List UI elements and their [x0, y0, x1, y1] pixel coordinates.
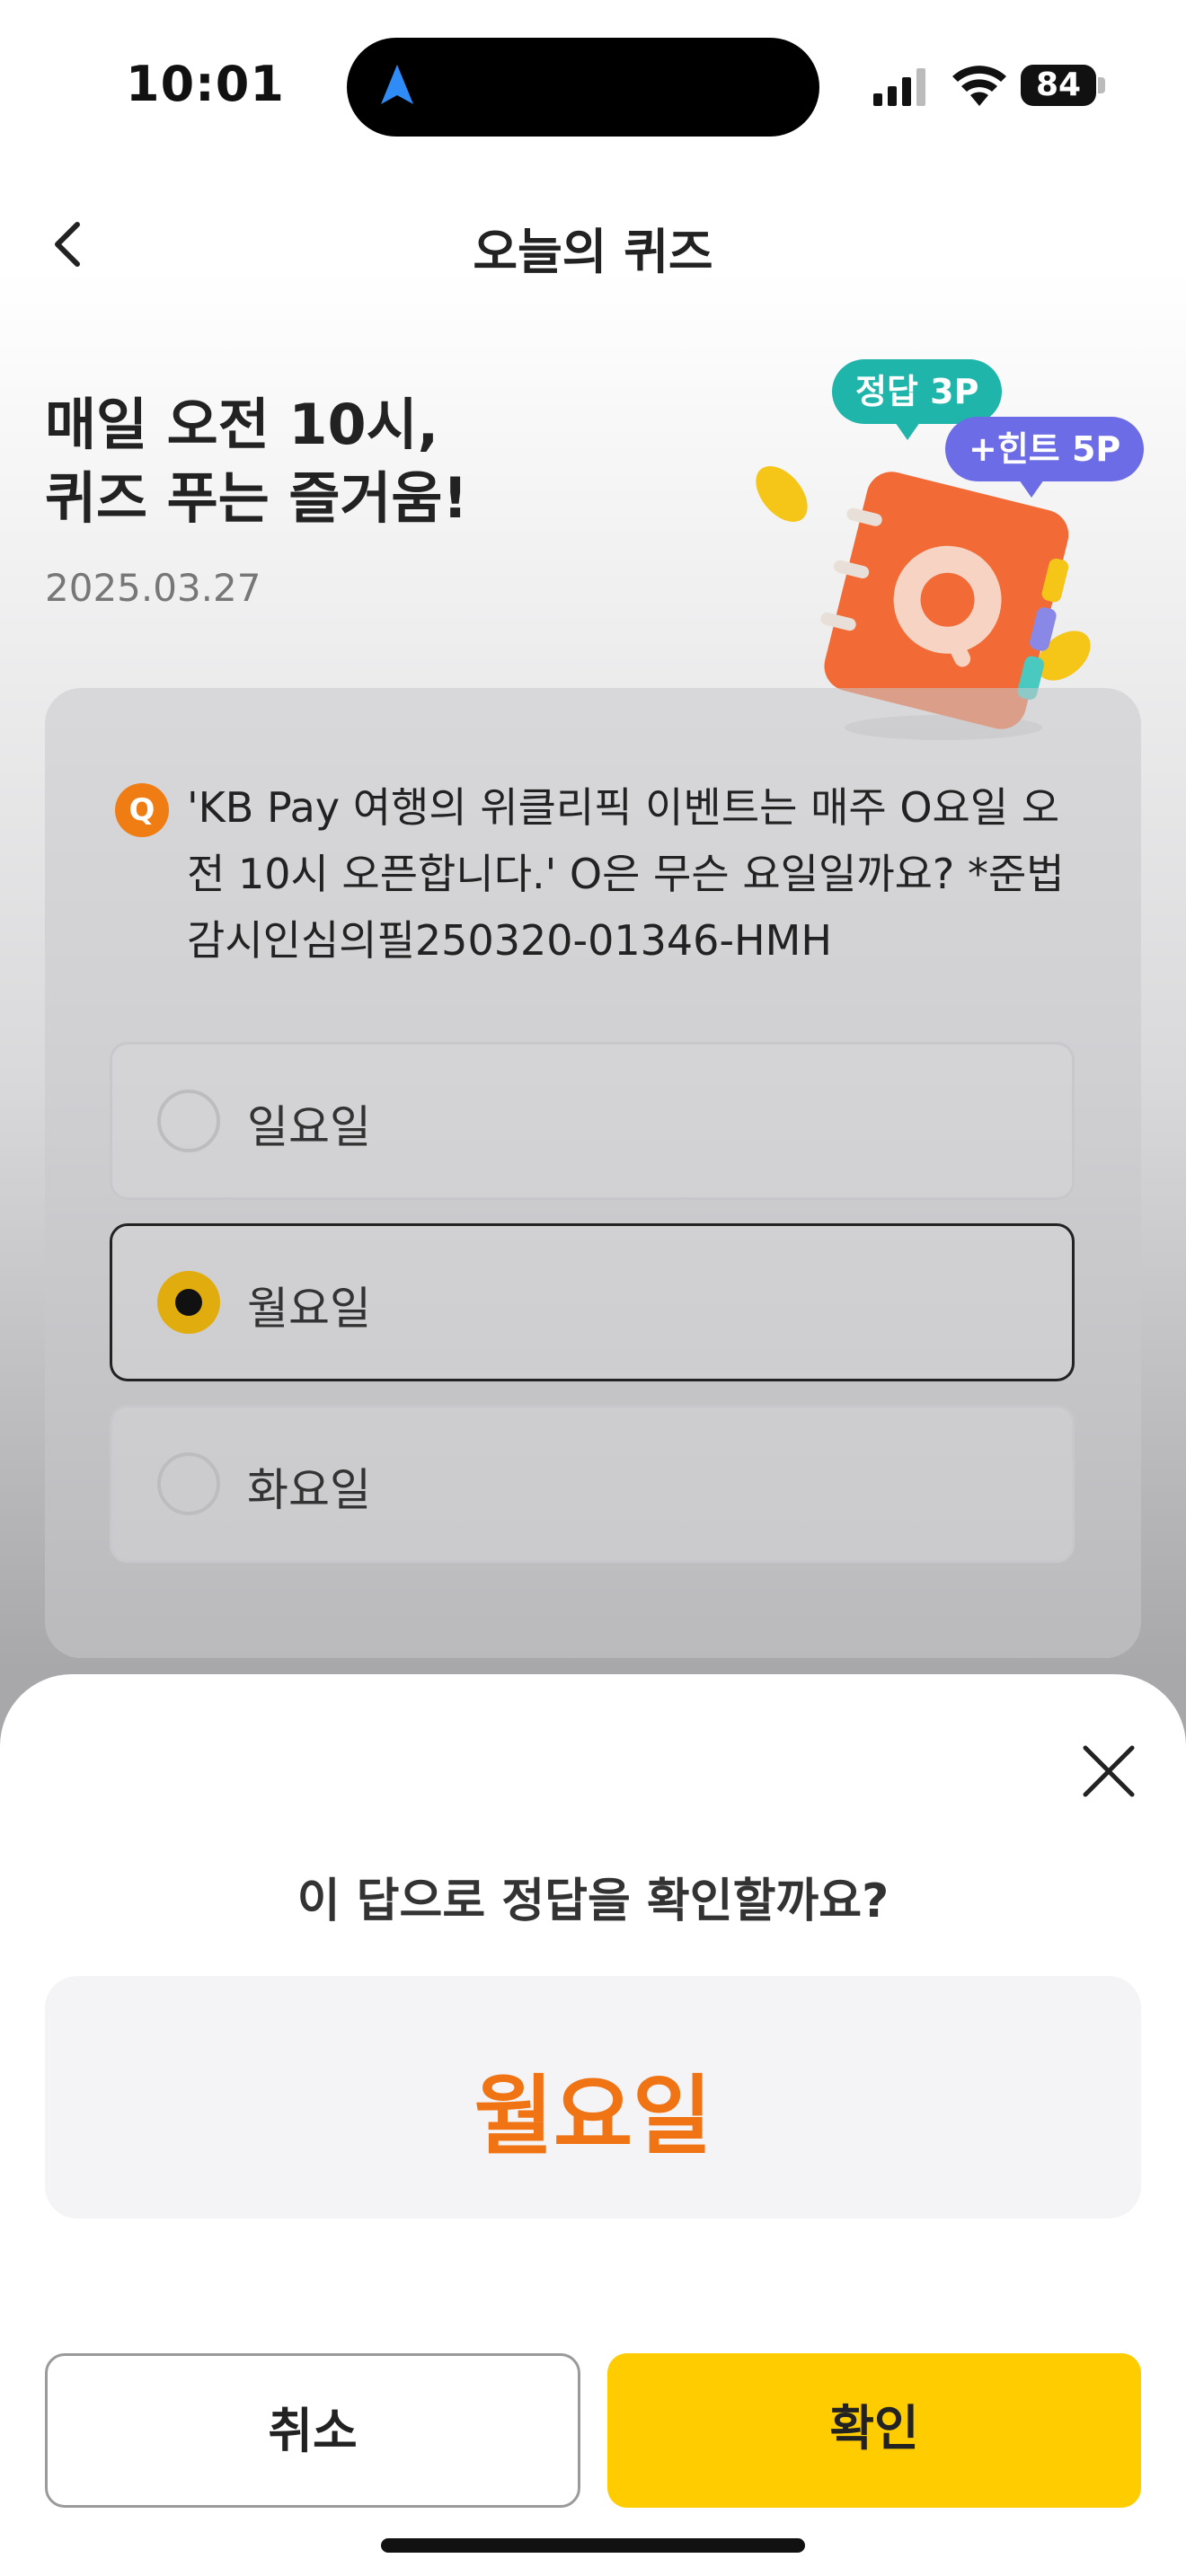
home-indicator: [381, 2538, 805, 2553]
hint-badge-tail: [1019, 480, 1044, 498]
location-arrow-icon: [381, 65, 413, 104]
dynamic-island: [347, 38, 819, 137]
close-icon[interactable]: [1076, 1739, 1141, 1804]
radio-button-selected[interactable]: [157, 1271, 220, 1334]
option-tuesday[interactable]: 화요일: [110, 1405, 1075, 1563]
confirm-button[interactable]: 확인: [607, 2353, 1141, 2508]
question-text: 'KB Pay 여행의 위클리픽 이벤트는 매주 O요일 오전 10시 오픈합니…: [187, 783, 1065, 965]
option-label: 월요일: [247, 1283, 371, 1335]
hero-title: 매일 오전 10시, 퀴즈 푸는 즐거움!: [45, 388, 468, 535]
status-time: 10:01: [126, 56, 285, 112]
sheet-title: 이 답으로 정답을 확인할까요?: [296, 1875, 890, 1928]
hero-title-line2: 퀴즈 푸는 즐거움!: [45, 465, 468, 531]
correct-badge-tail: [895, 422, 920, 440]
question-badge-icon: Q: [115, 783, 169, 837]
battery-level: 84: [1021, 65, 1096, 106]
option-label: 일요일: [247, 1101, 371, 1153]
battery-icon: 84: [1021, 65, 1107, 108]
option-label: 화요일: [247, 1464, 371, 1516]
selected-answer: 월요일: [474, 2066, 712, 2166]
battery-cap: [1098, 77, 1105, 93]
wifi-icon: [952, 66, 1006, 106]
option-monday[interactable]: 월요일: [110, 1223, 1075, 1381]
option-sunday[interactable]: 일요일: [110, 1042, 1075, 1200]
correct-points-badge: 정답 3P: [832, 359, 1003, 424]
hint-points-badge: +힌트 5P: [945, 417, 1145, 481]
quiz-date: 2025.03.27: [45, 566, 261, 610]
hero-title-line1: 매일 오전 10시,: [45, 392, 439, 457]
radio-button[interactable]: [157, 1452, 220, 1515]
page-title: 오늘의 퀴즈: [473, 224, 713, 280]
radio-button[interactable]: [157, 1090, 220, 1152]
cellular-signal-icon: [873, 68, 925, 106]
cancel-button[interactable]: 취소: [45, 2353, 580, 2508]
